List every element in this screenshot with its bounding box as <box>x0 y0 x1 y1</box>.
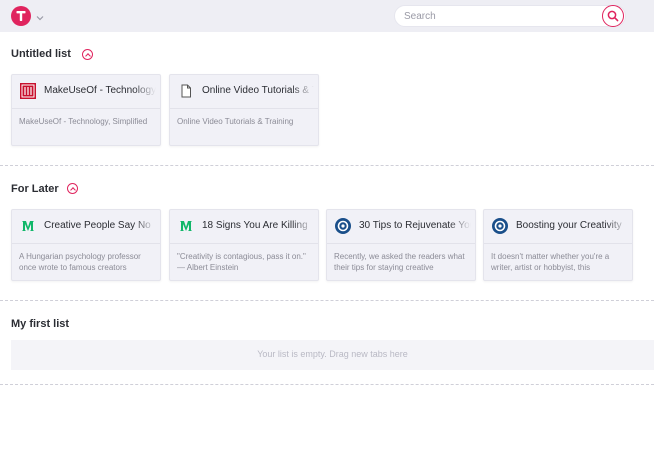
card-header: Creative People Say No <box>12 210 160 244</box>
tab-card[interactable]: 18 Signs You Are Killing "Creativity is … <box>169 209 319 281</box>
tab-card[interactable]: Online Video Tutorials & Training Online… <box>169 74 319 146</box>
card-description: A Hungarian psychology professor once wr… <box>19 252 141 272</box>
card-header: Boosting your Creativity <box>484 210 632 244</box>
tab-card[interactable]: Creative People Say No A Hungarian psych… <box>11 209 161 281</box>
card-header: 18 Signs You Are Killing <box>170 210 318 244</box>
collapse-icon[interactable] <box>82 49 93 60</box>
section-divider <box>0 384 654 385</box>
card-title: Boosting your Creativity <box>516 220 628 231</box>
app-logo-icon[interactable] <box>11 6 31 26</box>
card-description: "Creativity is contagious, pass it on." … <box>177 252 306 272</box>
card-description: Recently, we asked the readers what thei… <box>334 252 465 272</box>
card-description: MakeUseOf - Technology, Simplified <box>19 117 148 126</box>
document-icon <box>178 83 194 99</box>
search-input[interactable] <box>404 9 584 24</box>
search-box[interactable] <box>394 5 626 27</box>
card-title: MakeUseOf - Technology, Simplified <box>44 85 156 96</box>
search-button[interactable] <box>602 5 624 27</box>
card-title: Creative People Say No <box>44 220 156 231</box>
card-title: Online Video Tutorials & Training <box>202 85 314 96</box>
collapse-icon[interactable] <box>67 183 78 194</box>
tab-card[interactable]: 30 Tips to Rejuvenate Your Recently, we … <box>326 209 476 281</box>
empty-list-message: Your list is empty. Drag new tabs here <box>257 349 408 359</box>
list-title[interactable]: Untitled list <box>11 48 71 60</box>
card-description: It doesn't matter whether you're a write… <box>491 252 610 272</box>
medium-icon <box>178 218 194 234</box>
section-divider <box>0 165 654 166</box>
card-title: 18 Signs You Are Killing <box>202 220 314 231</box>
search-icon <box>607 10 619 22</box>
card-header: Online Video Tutorials & Training <box>170 75 318 109</box>
drop-zone[interactable]: Your list is empty. Drag new tabs here <box>11 340 654 370</box>
medium-icon <box>20 218 36 234</box>
list-title[interactable]: My first list <box>11 318 69 330</box>
tab-card[interactable]: Boosting your Creativity It doesn't matt… <box>483 209 633 281</box>
section-divider <box>0 300 654 301</box>
tab-card[interactable]: MakeUseOf - Technology, Simplified MakeU… <box>11 74 161 146</box>
card-title: 30 Tips to Rejuvenate Your <box>359 220 471 231</box>
card-description: Online Video Tutorials & Training <box>177 117 294 126</box>
top-bar <box>0 0 654 32</box>
card-header: MakeUseOf - Technology, Simplified <box>12 75 160 109</box>
list-title[interactable]: For Later <box>11 183 59 195</box>
makeuseof-icon <box>20 83 36 99</box>
chevron-down-icon[interactable] <box>35 10 45 21</box>
circle-logo-icon <box>335 218 351 234</box>
card-header: 30 Tips to Rejuvenate Your <box>327 210 475 244</box>
circle-logo-icon <box>492 218 508 234</box>
